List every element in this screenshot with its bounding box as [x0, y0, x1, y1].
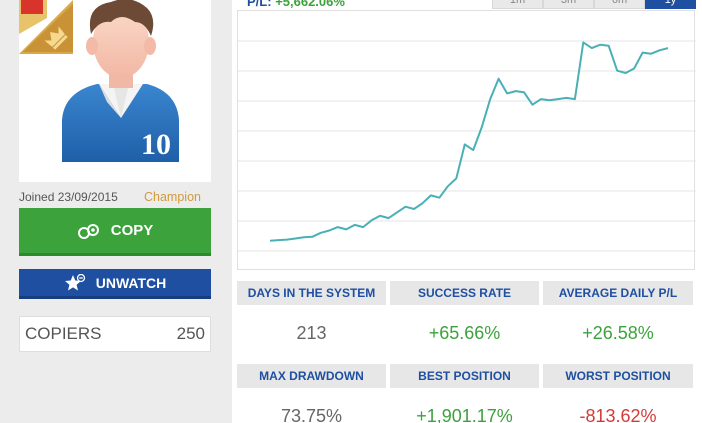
chart-canvas	[238, 40, 696, 252]
stat-label-worst-position: WORST POSITION	[543, 364, 693, 388]
pl-summary: P/L: +5,662.06%	[247, 0, 345, 9]
tab-1m[interactable]: 1m	[492, 0, 543, 9]
unwatch-button-label: UNWATCH	[95, 274, 167, 291]
tab-6m[interactable]: 6m	[594, 0, 645, 9]
performance-chart	[237, 10, 696, 270]
crown-icon	[19, 0, 73, 54]
copy-button-label: COPY	[110, 222, 154, 239]
rank-number: 10	[141, 128, 171, 161]
pl-value: +5,662.06%	[275, 0, 345, 9]
stat-value-best-position: +1,901.17%	[416, 405, 513, 423]
trader-level: Champion	[144, 190, 201, 204]
stat-value-max-drawdown: 73.75%	[280, 405, 343, 423]
copiers-label: COPIERS	[25, 324, 102, 343]
joined-date: Joined 23/09/2015	[19, 190, 118, 204]
tab-1y[interactable]: 1y	[645, 0, 696, 9]
stat-label-avg-daily-pl: AVERAGE DAILY P/L	[543, 281, 693, 305]
star-icon	[64, 273, 86, 292]
copiers-box: COPIERS 250	[19, 316, 211, 352]
copy-icon	[77, 222, 101, 240]
stat-label-max-drawdown: MAX DRAWDOWN	[237, 364, 386, 388]
pl-series-line	[269, 41, 669, 242]
period-tabs: 1m 3m 6m 1y	[492, 0, 696, 9]
avatar: 10	[19, 0, 211, 182]
copiers-count: 250	[176, 324, 205, 343]
stat-label-success-rate: SUCCESS RATE	[390, 281, 539, 305]
copy-button[interactable]: COPY	[19, 208, 211, 256]
stat-value-avg-daily-pl: +26.58%	[582, 322, 654, 343]
pl-label: P/L:	[247, 0, 272, 9]
stat-value-success-rate: +65.66%	[428, 322, 501, 343]
stat-label-days: DAYS IN THE SYSTEM	[237, 281, 386, 305]
stat-value-days: 213	[296, 322, 327, 343]
trader-sidebar: 10 Joined 23/09/2015 Champion COPY UNWAT…	[0, 0, 232, 423]
unwatch-button[interactable]: UNWATCH	[19, 269, 211, 299]
stat-label-best-position: BEST POSITION	[390, 364, 539, 388]
stat-value-worst-position: -813.62%	[579, 405, 657, 423]
tab-3m[interactable]: 3m	[543, 0, 594, 9]
